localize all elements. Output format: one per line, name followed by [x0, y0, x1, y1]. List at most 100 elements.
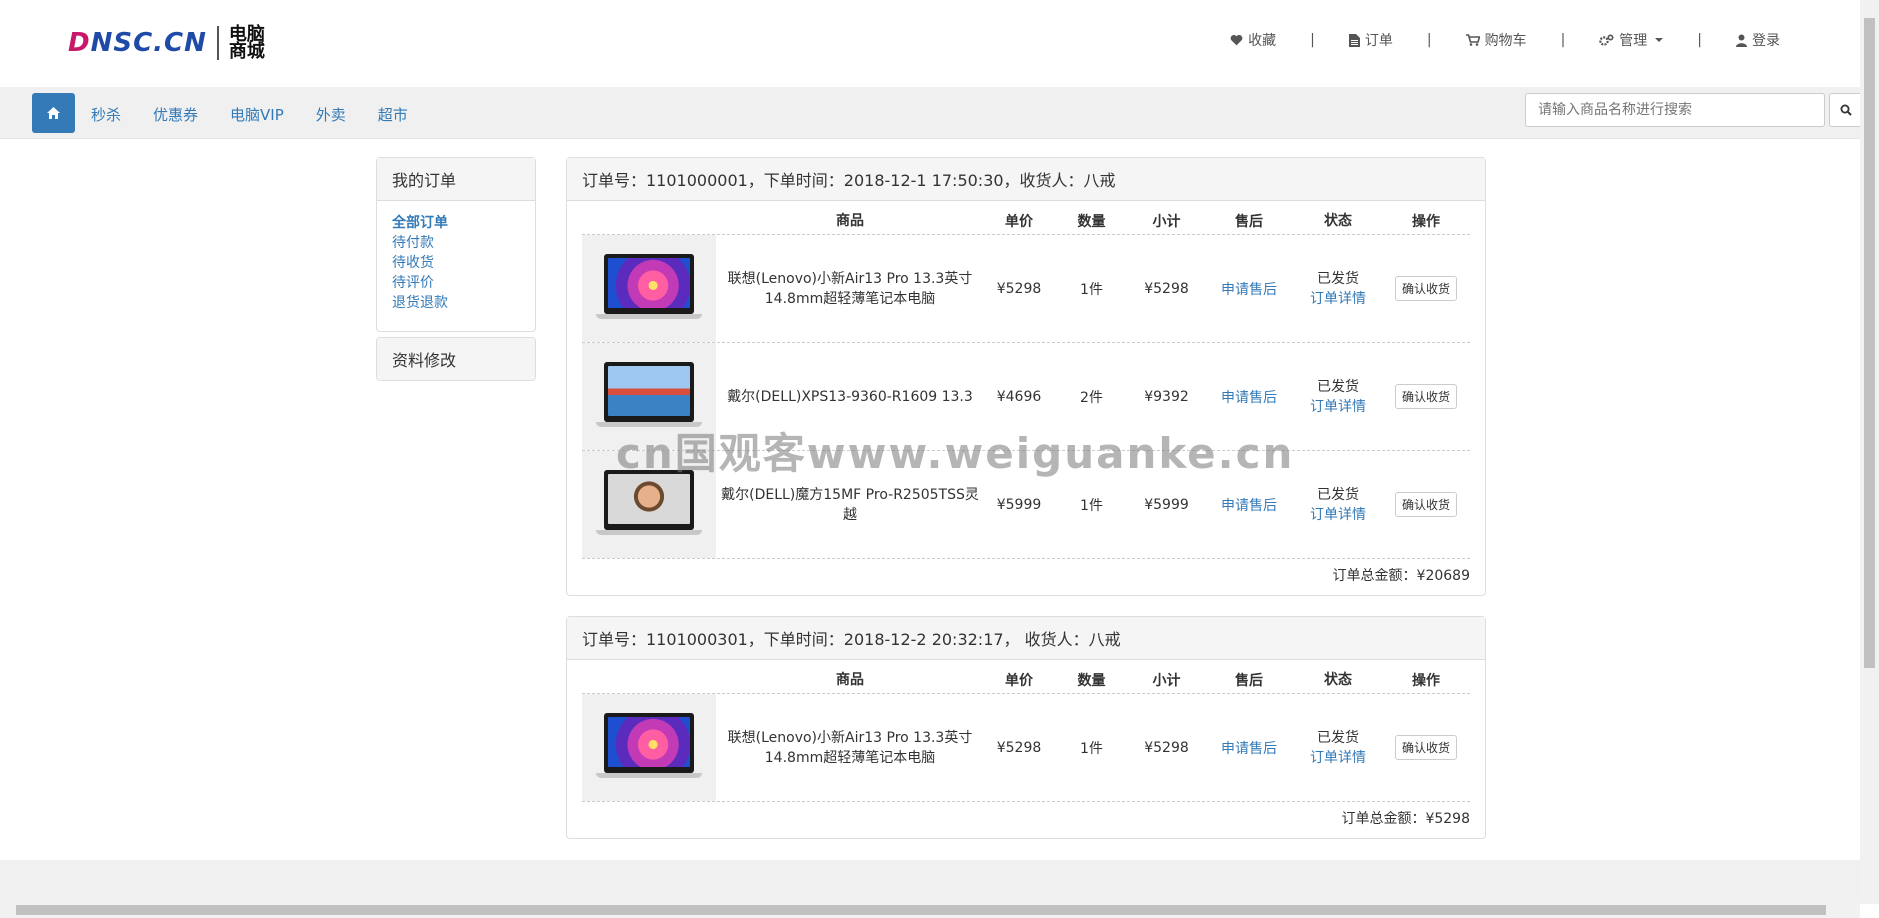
- divider: |: [1560, 32, 1566, 48]
- order-header: 订单号：1101000301，下单时间：2018-12-2 20:32:17， …: [567, 617, 1485, 660]
- order-panel: 订单号：1101000001，下单时间：2018-12-1 17:50:30，收…: [566, 157, 1486, 596]
- after-sale-link[interactable]: 申请售后: [1221, 390, 1277, 406]
- product-name[interactable]: 联想(Lenovo)小新Air13 Pro 13.3英寸14.8mm超轻薄笔记本…: [716, 269, 984, 309]
- unit-price: ¥4696: [996, 388, 1042, 405]
- horizontal-scrollbar[interactable]: [0, 902, 1860, 918]
- header-qty: 数量: [1077, 214, 1106, 230]
- status-text: 已发货: [1317, 729, 1359, 746]
- divider: |: [1310, 32, 1315, 48]
- confirm-receipt-button[interactable]: 确认收货: [1394, 276, 1457, 301]
- vertical-scrollbar[interactable]: [1860, 0, 1879, 904]
- quantity: 1件: [1080, 281, 1103, 298]
- cart-icon: [1465, 34, 1480, 46]
- user-icon: [1736, 34, 1747, 47]
- order-detail-link[interactable]: 订单详情: [1310, 507, 1366, 523]
- subtotal: ¥5999: [1144, 496, 1189, 513]
- header-action: 操作: [1412, 214, 1440, 230]
- unit-price: ¥5298: [996, 739, 1042, 756]
- watermark: cn国观客www.weiguanke.cn: [616, 429, 1295, 478]
- profile-panel[interactable]: 资料修改: [376, 337, 536, 381]
- search-button[interactable]: [1829, 93, 1863, 127]
- header-qty: 数量: [1077, 673, 1106, 689]
- product-image[interactable]: [582, 694, 716, 801]
- header-product: 商品: [836, 672, 864, 688]
- quantity: 2件: [1080, 389, 1103, 406]
- confirm-receipt-button[interactable]: 确认收货: [1394, 384, 1457, 409]
- home-icon: [47, 107, 60, 119]
- order-body: 商品 单价 数量 小计 售后 状态 操作 联想(Lenovo)小新Air13 P…: [567, 201, 1485, 599]
- order-filter-list: 全部订单 待付款 待收货 待评价 退货退款: [377, 201, 535, 326]
- filter-pending-receipt[interactable]: 待收货: [392, 255, 520, 272]
- laptop-image: [590, 250, 708, 328]
- divider: |: [1426, 32, 1432, 48]
- site-logo[interactable]: DNSC.CN 电脑商城: [68, 26, 271, 61]
- gears-icon: [1599, 33, 1614, 46]
- order-total: 订单总金额：¥5298: [1341, 811, 1470, 827]
- my-orders-heading: 我的订单: [377, 158, 535, 201]
- status-text: 已发货: [1317, 270, 1359, 287]
- filter-all-orders[interactable]: 全部订单: [392, 215, 520, 232]
- caret-down-icon: [1655, 38, 1664, 42]
- horizontal-scroll-thumb[interactable]: [16, 905, 1826, 915]
- order-detail-link[interactable]: 订单详情: [1310, 750, 1366, 766]
- quantity: 1件: [1080, 497, 1103, 514]
- header-status: 状态: [1324, 672, 1352, 688]
- logo-main: DNSC.CN: [68, 28, 207, 58]
- cart-link[interactable]: 购物车: [1465, 30, 1527, 50]
- header-after-sale: 售后: [1235, 673, 1263, 689]
- nav-item-coupons[interactable]: 优惠券: [153, 104, 198, 125]
- product-image[interactable]: [582, 235, 716, 342]
- vertical-scroll-thumb[interactable]: [1864, 18, 1875, 668]
- confirm-receipt-button[interactable]: 确认收货: [1394, 492, 1457, 517]
- order-panel: 订单号：1101000301，下单时间：2018-12-2 20:32:17， …: [566, 616, 1486, 839]
- favorites-label: 收藏: [1248, 33, 1277, 49]
- header-subtotal: 小计: [1152, 214, 1181, 230]
- logo-separator: [216, 26, 219, 60]
- nav-item-vip[interactable]: 电脑VIP: [230, 104, 284, 125]
- heart-icon: [1230, 34, 1243, 46]
- search-icon: [1840, 104, 1852, 116]
- manage-dropdown[interactable]: 管理: [1599, 30, 1664, 50]
- manage-label: 管理: [1619, 33, 1648, 49]
- after-sale-link[interactable]: 申请售后: [1221, 282, 1277, 298]
- quantity: 1件: [1080, 740, 1103, 757]
- orders-link[interactable]: 订单: [1348, 30, 1393, 50]
- divider: |: [1697, 32, 1702, 48]
- after-sale-link[interactable]: 申请售后: [1221, 741, 1277, 757]
- nav-item-seckill[interactable]: 秒杀: [91, 104, 121, 125]
- main-navbar: 秒杀 优惠券 电脑VIP 外卖 超市: [0, 87, 1863, 139]
- order-body: 商品 单价 数量 小计 售后 状态 操作 联想(Lenovo)小新Air13 P…: [567, 660, 1485, 842]
- orders-label: 订单: [1364, 33, 1393, 49]
- order-detail-link[interactable]: 订单详情: [1310, 399, 1366, 415]
- table-row: 联想(Lenovo)小新Air13 Pro 13.3英寸14.8mm超轻薄笔记本…: [582, 235, 1470, 343]
- favorites-link[interactable]: 收藏: [1230, 30, 1276, 50]
- status-text: 已发货: [1317, 378, 1359, 395]
- login-link[interactable]: 登录: [1736, 30, 1780, 50]
- filter-refunds[interactable]: 退货退款: [392, 295, 520, 312]
- header-status: 状态: [1324, 213, 1352, 229]
- home-button[interactable]: [32, 93, 75, 133]
- header-action: 操作: [1412, 673, 1440, 689]
- table-header: 商品 单价 数量 小计 售后 状态 操作: [582, 670, 1470, 694]
- product-name[interactable]: 戴尔(DELL)XPS13-9360-R1609 13.3: [716, 387, 984, 407]
- filter-pending-payment[interactable]: 待付款: [392, 235, 520, 252]
- nav-item-takeout[interactable]: 外卖: [316, 104, 346, 125]
- order-header: 订单号：1101000001，下单时间：2018-12-1 17:50:30，收…: [567, 158, 1485, 201]
- subtotal: ¥5298: [1144, 280, 1189, 297]
- confirm-receipt-button[interactable]: 确认收货: [1394, 735, 1457, 760]
- search-input[interactable]: [1525, 93, 1825, 127]
- file-icon: [1348, 33, 1360, 47]
- product-name[interactable]: 戴尔(DELL)魔方15MF Pro-R2505TSS灵越: [716, 485, 984, 525]
- nav-item-supermarket[interactable]: 超市: [378, 104, 408, 125]
- filter-pending-review[interactable]: 待评价: [392, 275, 520, 292]
- login-label: 登录: [1752, 33, 1780, 49]
- cart-label: 购物车: [1484, 33, 1527, 49]
- header-product: 商品: [836, 213, 864, 229]
- subtotal: ¥9392: [1144, 388, 1189, 405]
- unit-price: ¥5298: [996, 280, 1042, 297]
- after-sale-link[interactable]: 申请售后: [1221, 498, 1277, 514]
- product-name[interactable]: 联想(Lenovo)小新Air13 Pro 13.3英寸14.8mm超轻薄笔记本…: [716, 728, 984, 768]
- top-header: DNSC.CN 电脑商城 收藏 | 订单 | 购物车 | 管理 | 登录: [0, 0, 1860, 87]
- order-detail-link[interactable]: 订单详情: [1310, 291, 1366, 307]
- profile-edit-heading[interactable]: 资料修改: [377, 338, 535, 380]
